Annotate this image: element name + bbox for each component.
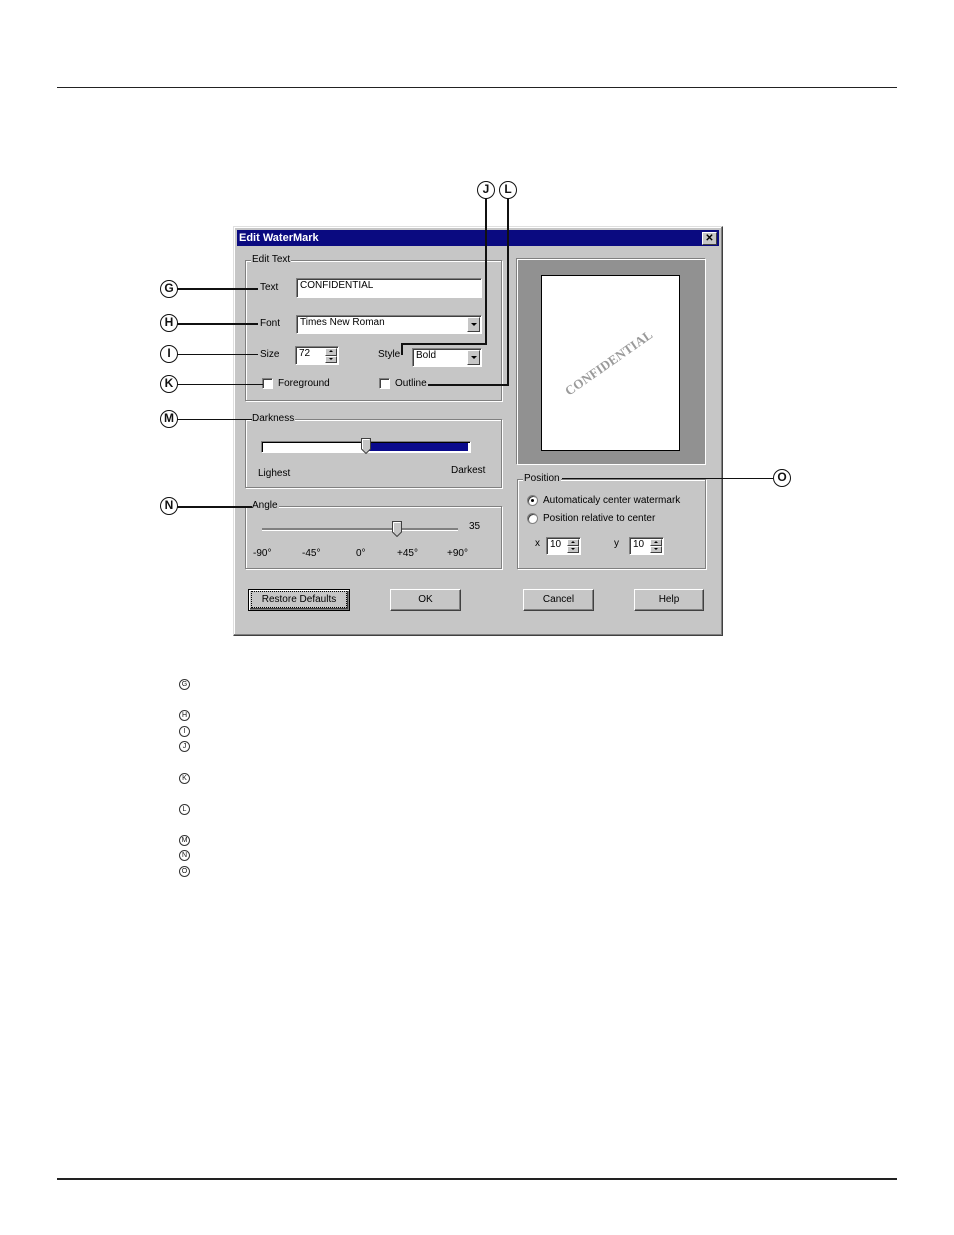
darkness-group-label: Darkness (251, 413, 296, 425)
spin-down-icon[interactable] (325, 355, 337, 363)
style-select[interactable]: Bold (412, 348, 482, 367)
relative-position-label: Position relative to center (543, 513, 656, 524)
foreground-label: Foreground (278, 378, 330, 389)
leader-line-l-horizontal (428, 384, 509, 386)
close-icon: ✕ (705, 233, 714, 244)
darkness-fill (367, 443, 468, 451)
leader-line-i (177, 354, 258, 355)
y-stepper[interactable]: 10 (629, 537, 664, 555)
angle-value: 35 (469, 521, 481, 532)
spin-up-icon[interactable] (567, 539, 579, 546)
darkness-max-label: Darkest (451, 465, 486, 476)
legend-marker-m: M (179, 835, 190, 846)
y-value: 10 (633, 539, 645, 550)
size-stepper[interactable]: 72 (295, 346, 339, 365)
angle-tick-label: -45° (302, 548, 321, 559)
leader-line-l-vertical (507, 198, 509, 386)
x-label: x (535, 538, 540, 549)
restore-defaults-label: Restore Defaults (250, 591, 348, 608)
size-value: 72 (299, 348, 311, 359)
y-spinner[interactable] (650, 539, 662, 553)
leader-line-j-stub (401, 343, 403, 355)
darkness-min-label: Lighest (258, 468, 291, 479)
chevron-down-icon[interactable] (467, 317, 480, 332)
help-label: Help (658, 594, 680, 605)
spin-down-icon[interactable] (650, 546, 662, 553)
x-spinner[interactable] (567, 539, 579, 553)
restore-defaults-button[interactable]: Restore Defaults (248, 589, 350, 611)
leader-line-o (562, 478, 773, 479)
cancel-button[interactable]: Cancel (523, 589, 594, 611)
callout-n: N (160, 497, 178, 515)
ok-button[interactable]: OK (390, 589, 461, 611)
leader-line-j-vertical (485, 198, 487, 344)
callout-m: M (160, 410, 178, 428)
spin-up-icon[interactable] (650, 539, 662, 546)
spin-down-icon[interactable] (567, 546, 579, 553)
angle-group: Angle (245, 500, 502, 569)
dialog-title: Edit WaterMark (239, 232, 319, 244)
font-label: Font (260, 318, 281, 329)
outline-label: Outline (395, 378, 427, 389)
legend-marker-l: L (179, 804, 190, 815)
callout-j: J (477, 181, 495, 199)
angle-tick-label: +90° (447, 548, 468, 559)
callout-g: G (160, 280, 178, 298)
font-select[interactable]: Times New Roman (296, 315, 482, 334)
leader-line-j-horizontal (401, 343, 487, 345)
darkness-slider-thumb[interactable] (361, 438, 371, 454)
legend-marker-k: K (179, 773, 190, 784)
callout-k: K (160, 375, 178, 393)
size-spinner[interactable] (325, 348, 337, 363)
foreground-checkbox[interactable] (262, 378, 273, 389)
y-label: y (614, 538, 619, 549)
header-rule (57, 87, 897, 88)
leader-line-g (177, 288, 258, 290)
angle-tick-label: 0° (356, 548, 366, 559)
auto-center-label: Automaticaly center watermark (543, 495, 681, 506)
title-bar[interactable]: Edit WaterMark ✕ (237, 230, 719, 246)
position-group: Position (517, 473, 706, 569)
callout-o: O (773, 469, 791, 487)
text-label: Text (260, 282, 279, 293)
angle-tick-label: +45° (397, 548, 418, 559)
relative-position-radio[interactable] (527, 513, 538, 524)
cancel-label: Cancel (542, 594, 575, 605)
x-stepper[interactable]: 10 (546, 537, 581, 555)
size-label: Size (260, 349, 280, 360)
position-group-label: Position (523, 473, 561, 485)
edit-text-group-label: Edit Text (251, 254, 292, 266)
legend-marker-j: J (179, 741, 190, 752)
auto-center-radio[interactable] (527, 495, 538, 506)
callout-i: I (160, 345, 178, 363)
close-button[interactable]: ✕ (702, 232, 717, 245)
legend-marker-o: O (179, 866, 190, 877)
leader-line-h (177, 323, 258, 325)
style-select-value: Bold (416, 350, 437, 361)
callout-h: H (160, 314, 178, 332)
angle-slider-thumb[interactable] (392, 521, 402, 537)
ok-label: OK (418, 594, 433, 605)
legend-marker-i: I (179, 726, 190, 737)
legend-marker-g: G (179, 679, 190, 690)
leader-line-n (177, 506, 252, 508)
legend-marker-h: H (179, 710, 190, 721)
angle-group-label: Angle (251, 500, 279, 512)
angle-slider[interactable] (262, 528, 458, 531)
footer-rule (57, 1178, 897, 1180)
legend-marker-n: N (179, 850, 190, 861)
text-input[interactable]: CONFIDENTIAL (296, 278, 482, 298)
callout-l: L (499, 181, 517, 199)
spin-up-icon[interactable] (325, 348, 337, 356)
outline-checkbox[interactable] (379, 378, 390, 389)
chevron-down-icon[interactable] (467, 350, 480, 365)
x-value: 10 (550, 539, 562, 550)
leader-line-k (177, 384, 263, 385)
angle-tick-label: -90° (253, 548, 272, 559)
font-select-value: Times New Roman (300, 317, 385, 328)
help-button[interactable]: Help (634, 589, 704, 611)
style-label: Style (378, 349, 401, 360)
leader-line-m (177, 419, 252, 420)
